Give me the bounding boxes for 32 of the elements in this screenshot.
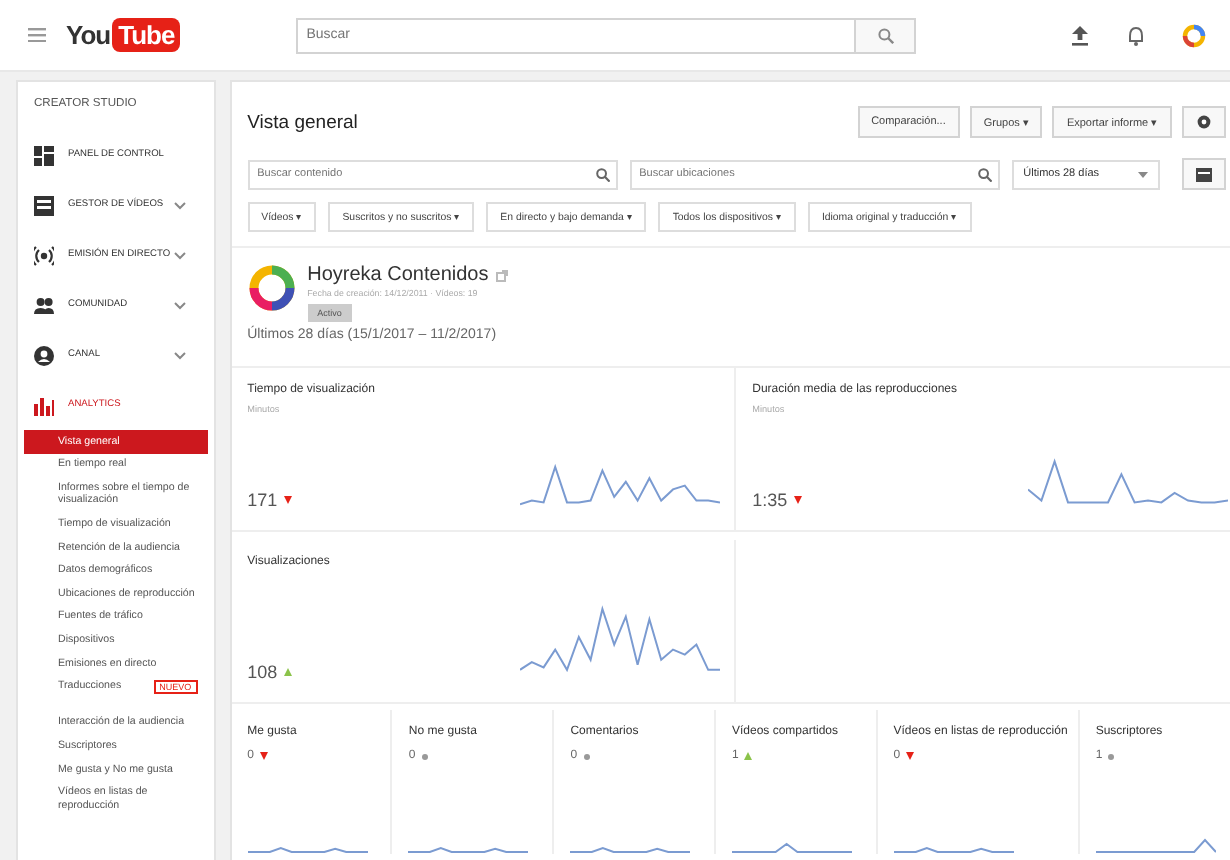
upload-icon[interactable] <box>1070 25 1090 45</box>
sparkline <box>1095 838 1216 855</box>
video-list-icon <box>34 195 54 215</box>
search-icon <box>977 167 992 181</box>
external-link-icon <box>496 269 509 281</box>
channel-name[interactable]: Hoyreka Contenidos <box>307 264 489 286</box>
chevron-icon <box>173 251 186 259</box>
calendar-icon <box>1195 166 1212 182</box>
caret-icon <box>1137 171 1148 177</box>
search-icon <box>595 167 610 181</box>
metric-value: 1:35 <box>752 490 788 510</box>
metric-value: 171 <box>247 490 278 510</box>
bell-icon[interactable] <box>1126 25 1146 45</box>
avatar-icon[interactable] <box>1182 23 1206 47</box>
chevron-icon <box>173 351 186 359</box>
broadcast-icon <box>34 245 54 265</box>
calendar-button[interactable] <box>1181 158 1226 190</box>
bar-chart-icon <box>34 395 54 415</box>
page-title: Vista general <box>247 111 360 133</box>
channel-logo-icon <box>247 264 296 312</box>
sparkline <box>731 838 852 855</box>
grid-icon <box>34 145 54 165</box>
chevron-icon <box>173 301 186 309</box>
search-button[interactable] <box>856 17 917 53</box>
account-icon <box>34 345 54 365</box>
settings-icon <box>1195 114 1212 130</box>
search-icon <box>877 27 894 43</box>
metric-value: 108 <box>247 661 278 682</box>
people-icon <box>34 295 54 315</box>
menu-icon[interactable] <box>28 28 46 42</box>
chevron-icon <box>173 201 186 209</box>
settings-button[interactable] <box>1181 106 1226 138</box>
